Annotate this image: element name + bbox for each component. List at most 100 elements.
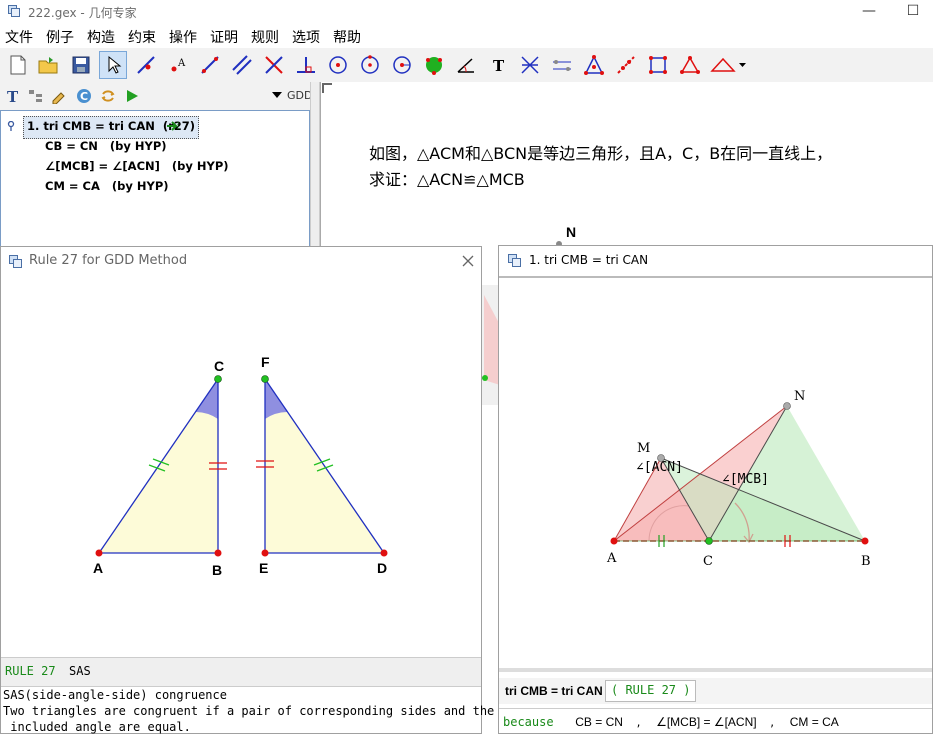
proof-status-bar: tri CMB = tri CAN ( RULE 27 ) <box>499 678 932 704</box>
label-c: C <box>703 554 713 569</box>
divide-tool-button[interactable] <box>612 51 640 79</box>
problem-statement-line1: 如图，△ACM和△BCN是等边三角形，且A，C，B在同一直线上， <box>369 144 833 163</box>
tree-item[interactable]: ∠[MCB] = ∠[ACN] (by HYP) <box>45 159 229 173</box>
circle-radius-tool-button[interactable] <box>388 51 416 79</box>
rule-figure: A B C E D F <box>93 354 388 578</box>
angle-tool-button[interactable] <box>452 51 480 79</box>
reason-3[interactable]: CM = CA <box>790 715 839 729</box>
menu-examples[interactable]: 例子 <box>46 27 74 47</box>
proof-tree-panel: 1. tri CMB = tri CAN (r27) CB = CN (by H… <box>0 110 310 248</box>
tree-view-icon[interactable] <box>28 88 44 104</box>
circle-3pt-tool-button[interactable] <box>356 51 384 79</box>
rule-description-line1: Two triangles are congruent if a pair of… <box>3 704 495 718</box>
menu-rules[interactable]: 规则 <box>251 27 279 47</box>
triangle-dropdown-icon <box>710 57 746 72</box>
polygon-fill-tool-button[interactable] <box>420 51 448 79</box>
reason-separator: , <box>636 715 641 729</box>
because-keyword: because <box>503 715 554 729</box>
select-tool-button[interactable] <box>99 51 127 79</box>
green-arrow-icon[interactable] <box>166 119 182 133</box>
menu-options[interactable]: 选项 <box>292 27 320 47</box>
perpendicular-tool-button[interactable] <box>292 51 320 79</box>
save-button[interactable] <box>67 51 95 79</box>
angle-icon <box>457 58 474 73</box>
key-icon <box>7 121 15 131</box>
splitter-handle[interactable] <box>310 82 320 252</box>
circle-radius-icon <box>393 56 411 74</box>
menu-help[interactable]: 帮助 <box>333 27 361 47</box>
point-d[interactable] <box>380 549 388 557</box>
window-title: 222.gex - 几何专家 <box>28 6 137 20</box>
intersect-icon <box>521 56 539 74</box>
copyright-c-icon[interactable]: C <box>76 88 92 104</box>
new-file-button[interactable] <box>4 51 32 79</box>
intersect-tool-button[interactable] <box>516 51 544 79</box>
equilateral-tool-button[interactable] <box>676 51 704 79</box>
menu-construct[interactable]: 构造 <box>87 27 115 47</box>
close-icon[interactable] <box>461 254 475 268</box>
point-a[interactable] <box>610 537 618 545</box>
label-b: B <box>861 554 871 569</box>
point-label-n: N <box>566 224 577 240</box>
reason-1[interactable]: CB = CN <box>575 715 623 729</box>
square-tool-button[interactable] <box>644 51 672 79</box>
main-toolbar: A T <box>0 48 933 83</box>
circle-icon <box>329 56 347 74</box>
open-button[interactable] <box>34 51 62 79</box>
point-c[interactable] <box>214 375 222 383</box>
tree-item[interactable]: CM = CA (by HYP) <box>45 179 169 193</box>
triangle-tool-button[interactable] <box>580 51 608 79</box>
rule-window: Rule 27 for GDD Method A B C E D F RULE … <box>0 246 494 734</box>
label-b: B <box>212 562 222 578</box>
line-tool-button[interactable] <box>196 51 224 79</box>
label-f: F <box>261 354 270 370</box>
point-label-icon: A <box>171 58 186 72</box>
minimize-button[interactable]: — <box>846 0 892 24</box>
parallel-tool-button[interactable] <box>228 51 256 79</box>
status-divider <box>499 668 932 672</box>
svg-text:C: C <box>80 90 88 103</box>
text-tool-button[interactable]: T <box>484 51 512 79</box>
text-format-icon[interactable]: T <box>5 88 21 104</box>
menu-file[interactable]: 文件 <box>5 27 33 47</box>
menu-bar: 文件 例子 构造 约束 操作 证明 规则 选项 帮助 <box>0 24 933 48</box>
menu-action[interactable]: 操作 <box>169 27 197 47</box>
square-icon <box>649 56 667 74</box>
label-d: D <box>377 560 387 576</box>
edit-icon[interactable] <box>51 88 67 104</box>
rule-description-line2: included angle are equal. <box>3 720 191 734</box>
menu-prove[interactable]: 证明 <box>210 27 238 47</box>
maximize-button[interactable]: ☐ <box>890 0 933 24</box>
rule-number: RULE 27 <box>5 664 56 678</box>
point-e[interactable] <box>261 549 269 557</box>
open-folder-icon <box>38 57 58 74</box>
dropdown-arrow-icon[interactable] <box>272 92 282 100</box>
reason-2[interactable]: ∠[MCB] = ∠[ACN] <box>656 715 757 729</box>
point-b[interactable] <box>861 537 869 545</box>
point-c[interactable] <box>705 537 713 545</box>
proof-figure: A B C M N ∠[ACN] ∠[MCB] <box>606 389 871 569</box>
tree-item[interactable]: CB = CN (by HYP) <box>45 139 167 153</box>
rule-description-title: SAS(side-angle-side) congruence <box>3 688 227 702</box>
label-c: C <box>214 358 224 374</box>
point-b[interactable] <box>214 549 222 557</box>
perpendicular-x-tool-button[interactable] <box>260 51 288 79</box>
refresh-icon[interactable] <box>100 88 116 104</box>
menu-constraint[interactable]: 约束 <box>128 27 156 47</box>
more-shapes-dropdown[interactable] <box>708 51 748 79</box>
point-f[interactable] <box>261 375 269 383</box>
proof-window-titlebar[interactable]: 1. tri CMB = tri CAN <box>499 246 932 274</box>
circle-tool-button[interactable] <box>324 51 352 79</box>
point-a[interactable] <box>95 549 103 557</box>
gdd-mode-select[interactable]: GDD <box>287 89 312 102</box>
problem-statement-line2: 求证：△ACN≌△MCB <box>369 170 525 189</box>
point-line-tool-button[interactable] <box>132 51 160 79</box>
equilateral-triangle-icon <box>680 56 700 74</box>
midpoint-tool-button[interactable] <box>548 51 576 79</box>
run-play-icon[interactable] <box>124 88 140 104</box>
point-tool-button[interactable]: A <box>164 51 192 79</box>
rule-reference-button[interactable]: ( RULE 27 ) <box>605 680 697 702</box>
main-canvas[interactable]: 如图，△ACM和△BCN是等边三角形，且A，C，B在同一直线上， 求证：△ACN… <box>320 82 933 252</box>
rule-window-titlebar[interactable]: Rule 27 for GDD Method <box>1 247 481 275</box>
point-n[interactable] <box>783 402 791 410</box>
